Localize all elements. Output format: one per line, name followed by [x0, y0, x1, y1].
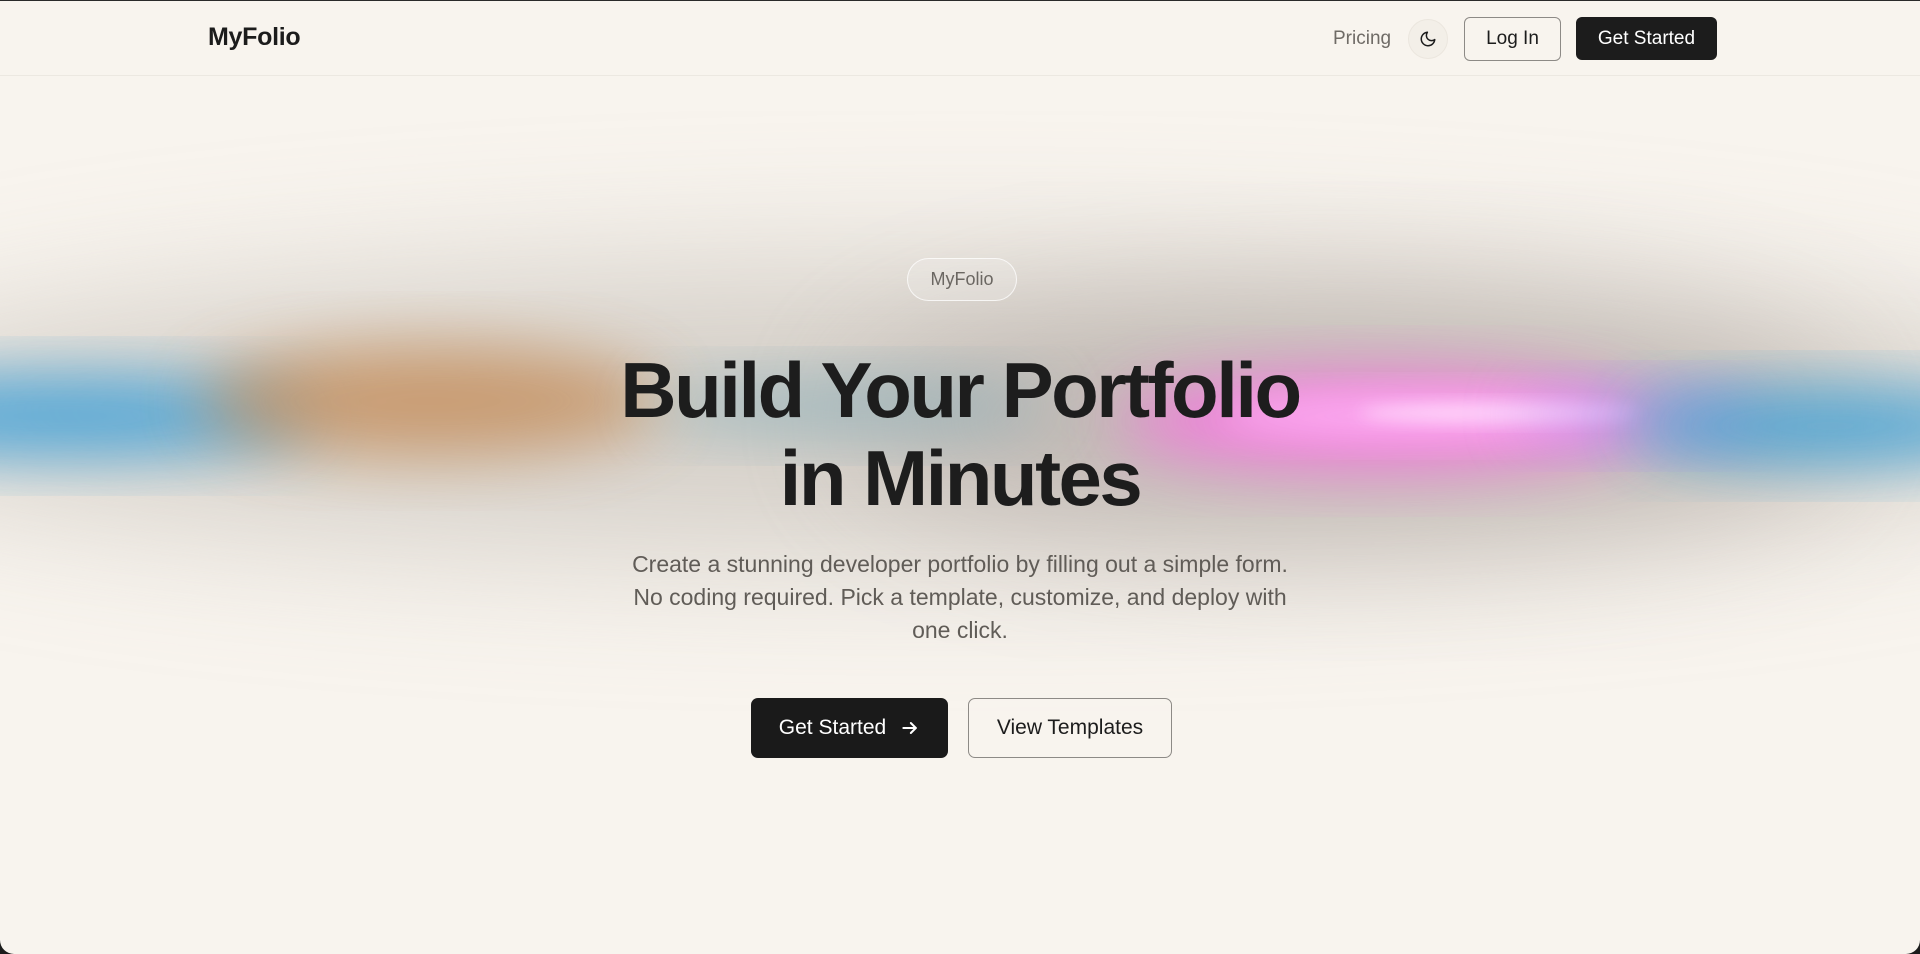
login-button[interactable]: Log In	[1464, 17, 1561, 61]
view-templates-button[interactable]: View Templates	[968, 698, 1172, 758]
theme-toggle-button[interactable]	[1408, 19, 1448, 59]
headline-line-1: Build Your Portfolio	[620, 346, 1302, 434]
headline-line-2: in Minutes	[779, 434, 1143, 522]
hero-headline: Build Your Portfolio in Minutes	[560, 346, 1360, 522]
hero-get-started-button[interactable]: Get Started	[751, 698, 948, 758]
nav-get-started-button[interactable]: Get Started	[1576, 17, 1717, 60]
arrow-right-icon	[902, 722, 918, 734]
moon-icon	[1420, 31, 1436, 47]
subtitle-line-2: No coding required. Pick a template, cus…	[633, 584, 1287, 610]
subtitle-line-1: Create a stunning developer portfolio by…	[632, 551, 1288, 577]
browser-viewport: MyFolio Pricing Log In Get Started MyFol…	[0, 0, 1920, 954]
top-navbar: MyFolio Pricing Log In Get Started	[0, 1, 1920, 76]
hero-get-started-label: Get Started	[778, 716, 887, 739]
brand-logo[interactable]: MyFolio	[208, 23, 301, 52]
hero-subtitle: Create a stunning developer portfolio by…	[610, 548, 1310, 647]
subtitle-line-3: one click.	[912, 617, 1008, 643]
nav-link-pricing[interactable]: Pricing	[1333, 28, 1391, 50]
hero-badge: MyFolio	[907, 258, 1017, 301]
